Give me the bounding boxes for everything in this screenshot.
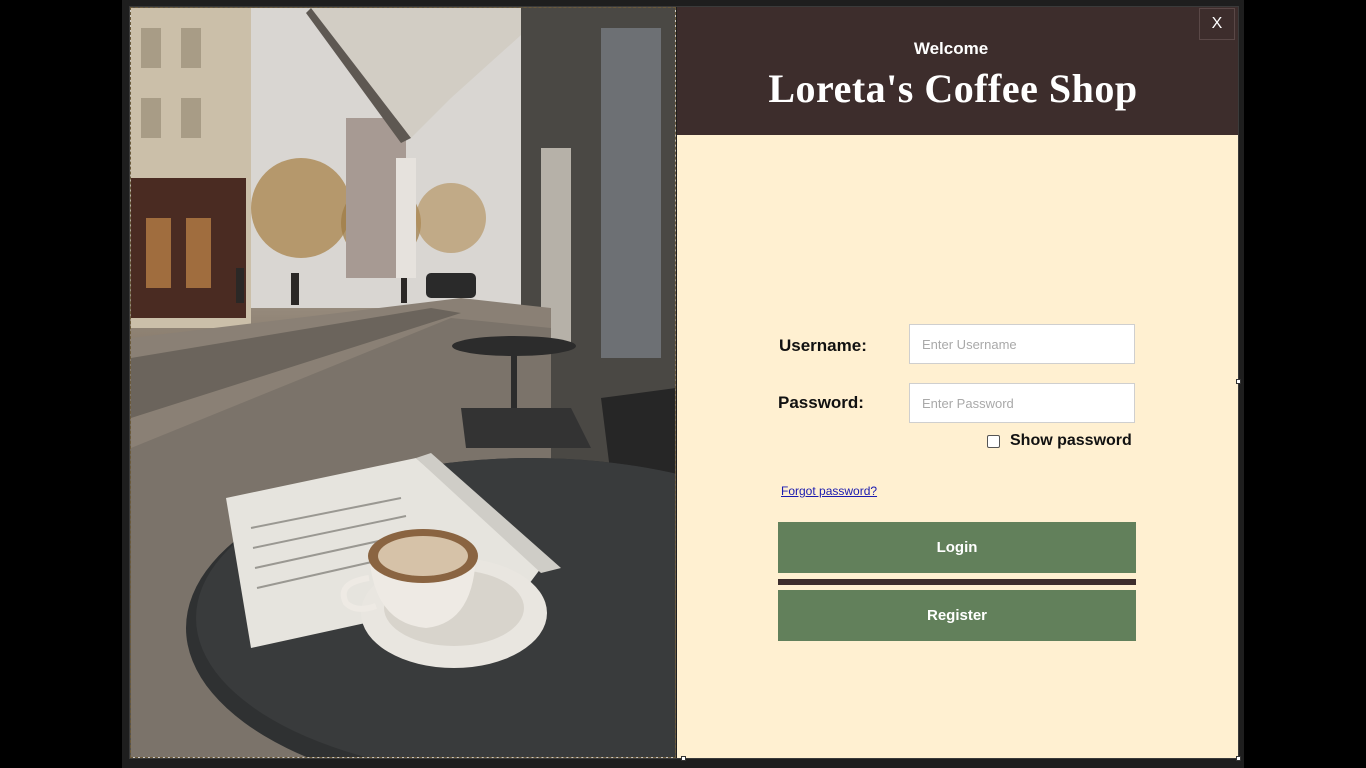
resize-handle-bottom[interactable] xyxy=(681,756,686,761)
welcome-text: Welcome xyxy=(913,39,989,58)
cafe-photo-illustration xyxy=(131,8,675,757)
close-button[interactable]: X xyxy=(1199,8,1235,40)
username-input[interactable] xyxy=(909,324,1135,364)
login-panel xyxy=(677,135,1238,758)
password-input[interactable] xyxy=(909,383,1135,423)
button-divider xyxy=(778,579,1136,585)
login-button[interactable]: Login xyxy=(778,522,1136,573)
forgot-password-link[interactable]: Forgot password? xyxy=(781,484,877,498)
resize-handle-right[interactable] xyxy=(1236,379,1241,384)
show-password-checkbox[interactable] xyxy=(987,435,1000,448)
register-button[interactable]: Register xyxy=(778,590,1136,641)
username-label: Username: xyxy=(779,336,867,355)
header-panel: Welcome Loreta's Coffee Shop xyxy=(677,7,1238,135)
password-label: Password: xyxy=(778,393,864,412)
resize-handle-corner[interactable] xyxy=(1236,756,1241,761)
cafe-photo xyxy=(130,7,676,758)
show-password-label[interactable]: Show password xyxy=(1010,432,1132,450)
shop-title: Loreta's Coffee Shop xyxy=(768,66,1138,111)
